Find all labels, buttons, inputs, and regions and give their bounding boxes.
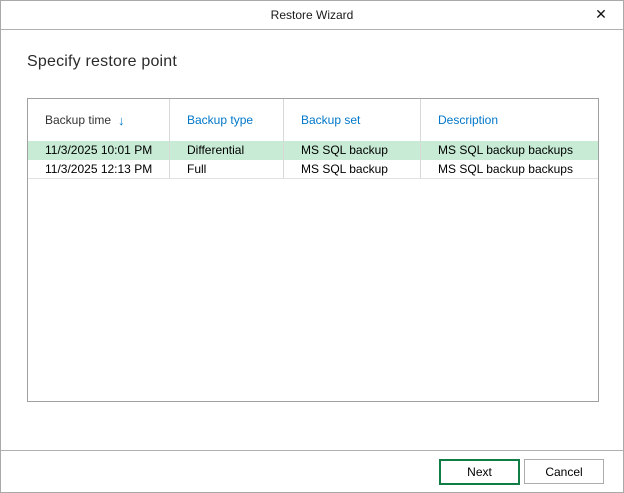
page-title: Specify restore point bbox=[27, 53, 178, 70]
cell-description: MS SQL backup backups bbox=[438, 143, 573, 157]
restore-wizard-dialog: Restore Wizard ✕ Specify restore point B… bbox=[0, 0, 624, 493]
column-header-label: Backup time bbox=[45, 113, 112, 127]
titlebar: Restore Wizard ✕ bbox=[1, 1, 623, 30]
cell-backup-type: Differential bbox=[170, 141, 284, 160]
close-icon[interactable]: ✕ bbox=[589, 1, 613, 30]
cell-backup-set: MS SQL backup bbox=[284, 160, 421, 179]
cancel-button[interactable]: Cancel bbox=[524, 459, 604, 484]
next-button[interactable]: Next bbox=[439, 459, 520, 485]
cell-backup-time: 11/3/2025 10:01 PM bbox=[28, 141, 170, 160]
cell-backup-set: MS SQL backup bbox=[284, 141, 421, 160]
cell-backup-time: 11/3/2025 12:13 PM bbox=[28, 160, 170, 179]
table-header-row: Backup time ↓ Backup type Backup set Des… bbox=[28, 99, 598, 141]
column-header-label: Backup set bbox=[301, 113, 361, 127]
table-row-selected[interactable]: 11/3/2025 10:01 PM Differential MS SQL b… bbox=[28, 141, 598, 160]
table-row[interactable]: 11/3/2025 12:13 PM Full MS SQL backup MS… bbox=[28, 160, 598, 179]
cell-description: MS SQL backup backups bbox=[421, 160, 598, 179]
column-header-backup-time[interactable]: Backup time ↓ bbox=[28, 99, 170, 141]
footer-divider bbox=[1, 450, 623, 451]
column-header-backup-type[interactable]: Backup type bbox=[170, 99, 284, 141]
sort-descending-icon: ↓ bbox=[118, 112, 125, 128]
column-header-label: Description bbox=[438, 113, 499, 127]
column-header-label: Backup type bbox=[187, 113, 254, 127]
column-header-backup-set[interactable]: Backup set bbox=[284, 99, 421, 141]
column-header-description[interactable]: Description bbox=[421, 99, 598, 141]
cell-backup-type: Full bbox=[170, 160, 284, 179]
restore-points-table: Backup time ↓ Backup type Backup set Des… bbox=[27, 98, 599, 402]
dialog-title: Restore Wizard bbox=[270, 8, 354, 22]
